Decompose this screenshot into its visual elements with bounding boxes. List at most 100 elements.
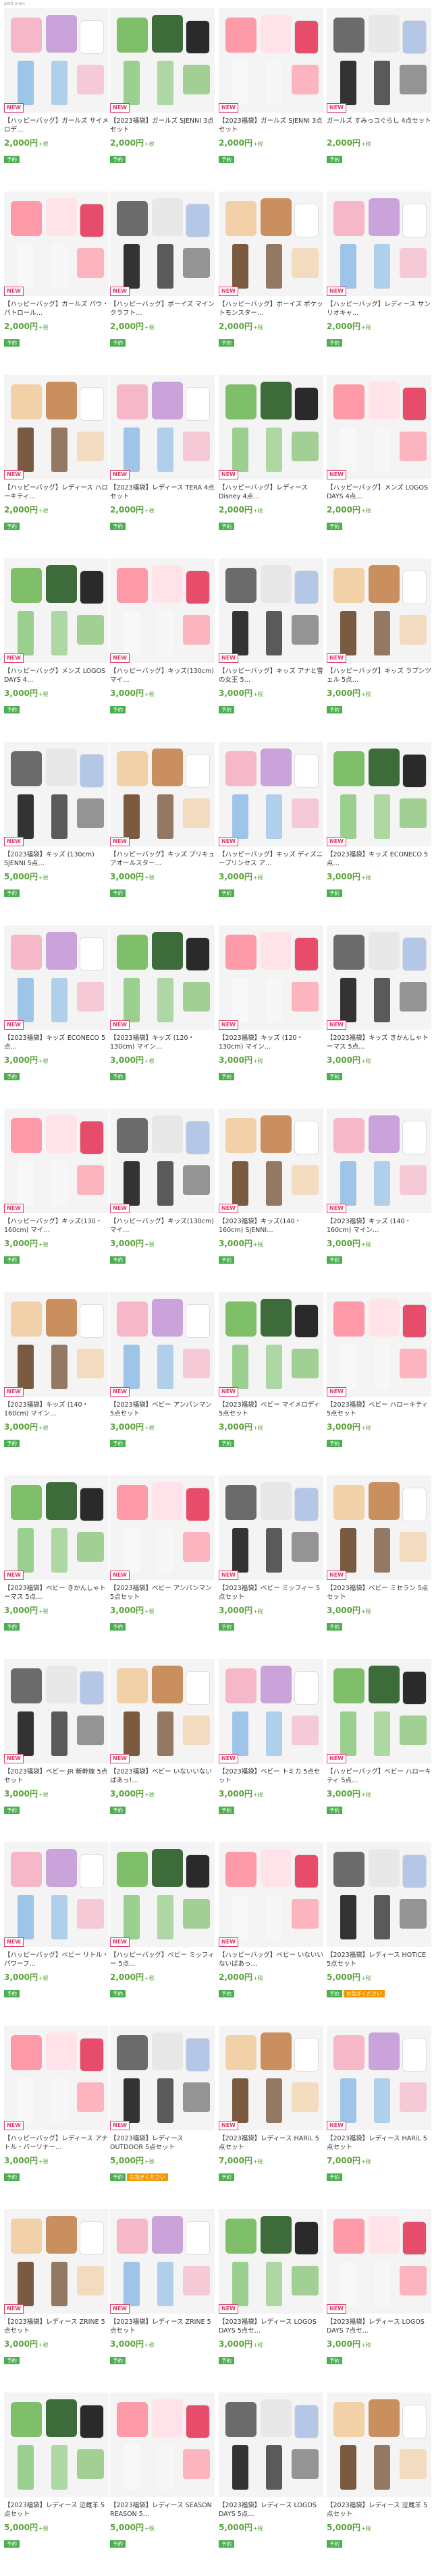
product-title[interactable]: 【2023福袋】レディース HOTiCE 5点セット: [327, 1951, 431, 1968]
product-card[interactable]: NEW 【ハッピーバッグ】ガールズ サイメロデ… 2,000円+税 予約: [4, 8, 109, 163]
product-card[interactable]: 【2023福袋】レディース 泣蔵羊 5点セット 5,000円+税 予約: [327, 2393, 431, 2548]
product-title[interactable]: 【ハッピーバッグ】ボーイズ マインクラフト…: [110, 300, 215, 318]
product-card[interactable]: NEW 【2023福袋】キッズ きかんしゃトーマス 5点… 3,000円+税 予約: [327, 925, 431, 1080]
product-card[interactable]: NEW 【2023福袋】キッズ (130cm) SJENNI 5点… 5,000円+…: [4, 742, 109, 897]
product-card[interactable]: NEW 【ハッピーバッグ】レディース ハローキティ… 2,000円+税 予約: [4, 375, 109, 530]
product-card[interactable]: NEW 【ハッピーバッグ】ボーイズ マインクラフト… 2,000円+税 予約: [110, 192, 215, 347]
product-card[interactable]: NEW 【2023福袋】ベビー アンパンマン 5点セット 3,000円+税 予約: [110, 1475, 215, 1631]
product-card[interactable]: NEW 【2023福袋】キッズ ECONECO 5点… 3,000円+税 予約: [327, 742, 431, 897]
product-image[interactable]: NEW: [219, 1842, 323, 1947]
product-card[interactable]: 【2023福袋】レディース 泣蔵羊 5点セット 5,000円+税 予約: [4, 2393, 109, 2548]
product-image[interactable]: NEW: [4, 1659, 109, 1763]
brand-logo[interactable]: petit main: [4, 1, 25, 6]
product-image[interactable]: NEW: [110, 1842, 215, 1947]
product-card[interactable]: NEW 【2023福袋】ガールズ SJENNI 3点セット 2,000円+税 予約: [219, 8, 323, 163]
product-card[interactable]: 【2023福袋】レディース LOGOS DAYS 5点… 5,000円+税 予約: [219, 2393, 323, 2548]
product-title[interactable]: 【2023福袋】レディース 泣蔵羊 5点セット: [4, 2501, 109, 2519]
product-image[interactable]: [110, 2393, 215, 2497]
product-card[interactable]: NEW 【ハッピーバッグ】メンズ LOGOS DAYS 4… 3,000円+税 予約: [4, 558, 109, 713]
product-image[interactable]: [327, 1842, 431, 1947]
product-title[interactable]: 【2023福袋】ベビー JR 新幹線 5点セット: [4, 1767, 109, 1785]
product-title[interactable]: 【2023福袋】キッズ ECONECO 5点…: [4, 1034, 109, 1051]
product-card[interactable]: NEW 【2023福袋】レディース LOGOS DAYS 7点セ… 3,000円+税…: [327, 2209, 431, 2364]
product-image[interactable]: NEW: [110, 1659, 215, 1763]
product-title[interactable]: 【2023福袋】ベビー アンパンマン 5点セット: [110, 1401, 215, 1418]
product-image[interactable]: NEW: [4, 1292, 109, 1397]
product-title[interactable]: 【2023福袋】レディース LOGOS DAYS 5点セ…: [219, 2318, 323, 2335]
product-card[interactable]: NEW 【2023福袋】レディース ZRINE 5点セット 3,000円+税 予約: [4, 2209, 109, 2364]
product-image[interactable]: NEW: [110, 192, 215, 296]
product-image[interactable]: NEW: [327, 375, 431, 479]
product-card[interactable]: NEW 【ハッピーバッグ】ガールズ パウ・パトロール… 2,000円+税 予約: [4, 192, 109, 347]
product-title[interactable]: 【2023福袋】ベビー いないいないばあっ!…: [110, 1767, 215, 1785]
product-card[interactable]: NEW 【2023福袋】キッズ (140・160cm) マイン… 3,000円+税予…: [4, 1292, 109, 1447]
product-image[interactable]: NEW: [219, 1475, 323, 1580]
product-card[interactable]: NEW 【ハッピーバッグ】ボーイズ ポケットモンスター… 2,000円+税 予約: [219, 192, 323, 347]
product-title[interactable]: 【ハッピーバッグ】メンズ LOGOS DAYS 4点…: [327, 484, 431, 501]
product-title[interactable]: 【2023福袋】キッズ (140・160cm) マイン…: [327, 1217, 431, 1235]
product-title[interactable]: 【2023福袋】レディース LOGOS DAYS 5点…: [219, 2501, 323, 2519]
product-title[interactable]: 【2023福袋】ガールズ SJENNI 3点セット: [110, 117, 215, 134]
product-image[interactable]: NEW: [219, 2209, 323, 2314]
product-card[interactable]: NEW 【2023福袋】ベビー いないいないばあっ!… 3,000円+税 予約: [110, 1659, 215, 1814]
product-title[interactable]: 【ハッピーバッグ】キッズ(130cm) マイ…: [110, 667, 215, 684]
product-image[interactable]: NEW: [110, 2026, 215, 2130]
product-title[interactable]: 【2023福袋】レディース HARiL 5点セット: [327, 2134, 431, 2152]
product-image[interactable]: NEW: [219, 1659, 323, 1763]
product-image[interactable]: NEW: [327, 558, 431, 663]
product-title[interactable]: 【2023福袋】レディース HARiL 5点セット: [219, 2134, 323, 2152]
product-title[interactable]: 【ハッピーバッグ】ボーイズ ポケットモンスター…: [219, 300, 323, 318]
product-card[interactable]: NEW 【ハッピーバッグ】ベビー リトル・パワーフ… 3,000円+税 予約: [4, 1842, 109, 1997]
product-card[interactable]: 【2023福袋】レディース HOTiCE 5点セット 5,000円+税 予約 お急ぎく…: [327, 1842, 431, 1997]
product-image[interactable]: NEW: [327, 8, 431, 113]
product-card[interactable]: NEW 【2023福袋】レディース HARiL 5点セット 7,000円+税 予約: [327, 2026, 431, 2181]
product-title[interactable]: 【ハッピーバッグ】キッズ プリキュアオールスター…: [110, 850, 215, 868]
product-title[interactable]: 【ハッピーバッグ】キッズ(130・160cm) マイ…: [4, 1217, 109, 1235]
product-card[interactable]: NEW 【2023福袋】ベビー ハローキティ 5点セット 3,000円+税 予約: [327, 1292, 431, 1447]
product-image[interactable]: NEW: [110, 558, 215, 663]
product-title[interactable]: 【ハッピーバッグ】ベビー ミッフィー 5点…: [110, 1951, 215, 1968]
product-image[interactable]: NEW: [327, 2026, 431, 2130]
product-card[interactable]: NEW 【ハッピーバッグ】レディース サンリオキャ… 2,000円+税 予約: [327, 192, 431, 347]
product-card[interactable]: NEW 【ハッピーバッグ】キッズ ディズニープリンセス ア… 3,000円+税 予約: [219, 742, 323, 897]
product-image[interactable]: NEW: [4, 2026, 109, 2130]
product-image[interactable]: NEW: [110, 1292, 215, 1397]
product-title[interactable]: 【ハッピーバッグ】ベビー リトル・パワーフ…: [4, 1951, 109, 1968]
product-image[interactable]: NEW: [327, 192, 431, 296]
product-image[interactable]: NEW: [327, 742, 431, 846]
product-card[interactable]: NEW 【2023福袋】ベビー ミセラン 5点セット 3,000円+税 予約: [327, 1475, 431, 1631]
product-title[interactable]: 【ハッピーバッグ】ガールズ サイメロデ…: [4, 117, 109, 134]
product-card[interactable]: NEW 【2023福袋】ベビー トミカ 5点セット 3,000円+税 予約: [219, 1659, 323, 1814]
product-title[interactable]: 【2023福袋】レディース LOGOS DAYS 7点セ…: [327, 2318, 431, 2335]
product-image[interactable]: NEW: [4, 1842, 109, 1947]
product-image[interactable]: NEW: [327, 1659, 431, 1763]
product-card[interactable]: NEW 【2023福袋】キッズ ECONECO 5点… 3,000円+税 予約: [4, 925, 109, 1080]
product-image[interactable]: NEW: [219, 1292, 323, 1397]
product-title[interactable]: 【2023福袋】レディース OUTDOOR 5点セット: [110, 2134, 215, 2152]
product-image[interactable]: NEW: [110, 2209, 215, 2314]
product-image[interactable]: NEW: [219, 925, 323, 1030]
product-image[interactable]: NEW: [219, 2026, 323, 2130]
product-title[interactable]: 【ハッピーバッグ】レディース ハローキティ…: [4, 484, 109, 501]
product-image[interactable]: NEW: [110, 1109, 215, 1213]
product-title[interactable]: 【2023福袋】ベビー トミカ 5点セット: [219, 1767, 323, 1785]
product-title[interactable]: 【2023福袋】レディース TERA 4点セット: [110, 484, 215, 501]
product-card[interactable]: NEW 【ハッピーバッグ】キッズ プリキュアオールスター… 3,000円+税 予約: [110, 742, 215, 897]
product-title[interactable]: 【2023福袋】ベビー アンパンマン 5点セット: [110, 1584, 215, 1602]
product-card[interactable]: NEW 【2023福袋】キッズ (120・130cm) マイン… 3,000円+税予…: [110, 925, 215, 1080]
product-title[interactable]: 【ハッピーバッグ】ガールズ パウ・パトロール…: [4, 300, 109, 318]
product-card[interactable]: NEW 【2023福袋】キッズ (140・160cm) マイン… 3,000円+税予…: [327, 1109, 431, 1264]
product-card[interactable]: NEW 【ハッピーバッグ】レディース Disney 4点… 2,000円+税 予約: [219, 375, 323, 530]
product-title[interactable]: 【2023福袋】キッズ ECONECO 5点…: [327, 850, 431, 868]
product-image[interactable]: NEW: [110, 742, 215, 846]
product-title[interactable]: 【2023福袋】ガールズ SJENNI 3点セット: [219, 117, 323, 134]
product-card[interactable]: NEW 【2023福袋】ベビー きかんしゃトーマス 5点… 3,000円+税 予約: [4, 1475, 109, 1631]
product-image[interactable]: NEW: [4, 2209, 109, 2314]
product-card[interactable]: NEW 【2023福袋】レディース LOGOS DAYS 5点セ… 3,000円+税…: [219, 2209, 323, 2364]
product-image[interactable]: NEW: [219, 375, 323, 479]
product-card[interactable]: NEW ガールズ すみっコぐらし 4点セット 2,000円+税 予約: [327, 8, 431, 163]
product-card[interactable]: NEW 【ハッピーバッグ】ベビー ハローキティ 5点… 3,000円+税 予約: [327, 1659, 431, 1814]
product-title[interactable]: 【2023福袋】ベビー マイメロディ 5点セット: [219, 1401, 323, 1418]
product-image[interactable]: NEW: [110, 8, 215, 113]
product-card[interactable]: NEW 【ハッピーバッグ】キッズ(130cm) マイ… 3,000円+税 予約: [110, 1109, 215, 1264]
